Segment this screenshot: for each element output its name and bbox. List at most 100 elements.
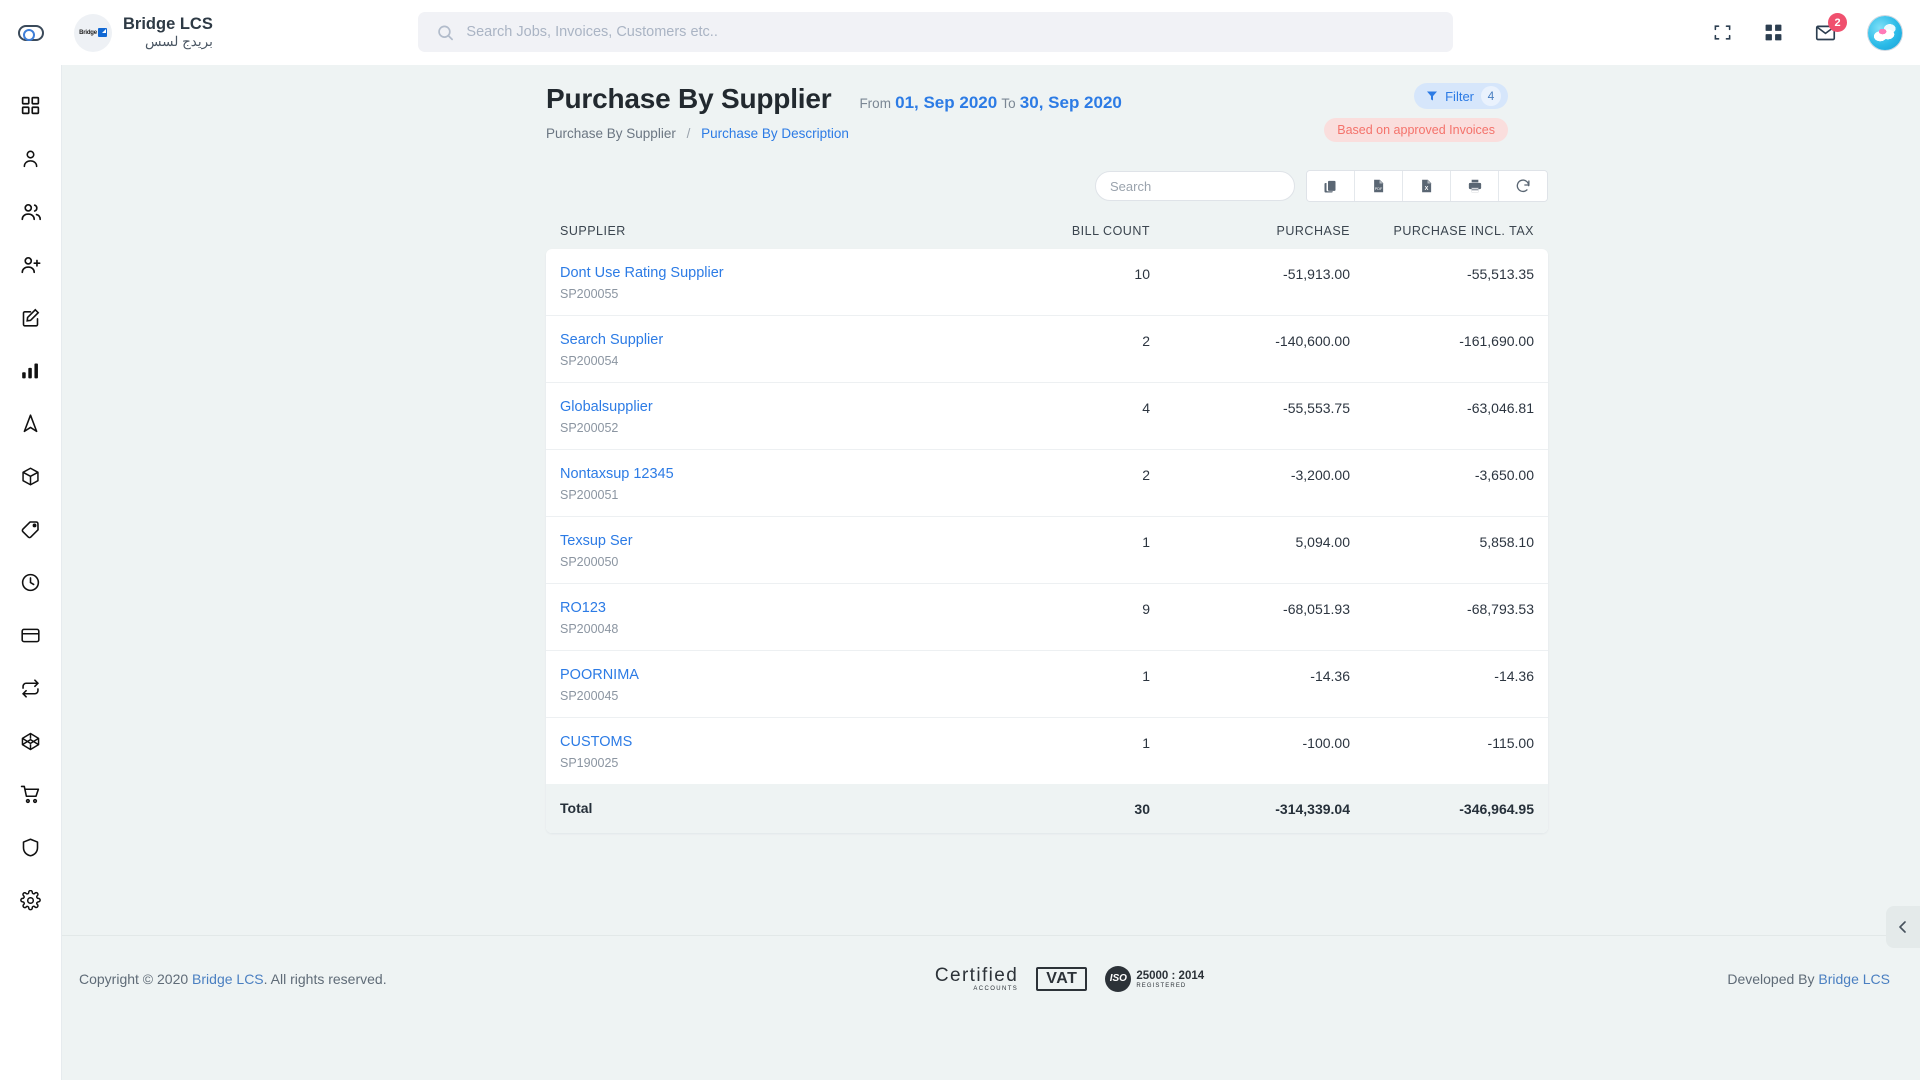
- user-icon: [23, 150, 38, 168]
- shopping-cart-icon: [20, 785, 40, 804]
- breadcrumb-link-purchase-by-description[interactable]: Purchase By Description: [701, 126, 849, 141]
- global-search[interactable]: [418, 12, 1453, 52]
- cell-purchase: -3,200.00: [1290, 467, 1350, 483]
- page-title: Purchase By Supplier: [546, 83, 832, 114]
- cell-purchase: -68,051.93: [1283, 601, 1350, 617]
- date-from-value: 01, Sep 2020: [895, 93, 998, 112]
- supplier-code: SP200048: [560, 622, 619, 636]
- panel-collapse-button[interactable]: [1886, 906, 1920, 948]
- report-table: Dont Use Rating Supplier SP200055 10 -51,91…: [546, 249, 1548, 833]
- table-total-row: Total 30 -314,339.04 -346,964.95: [546, 784, 1548, 833]
- supplier-name-link[interactable]: Nontaxsup 12345: [560, 466, 920, 482]
- approved-invoices-note: Based on approved Invoices: [1324, 118, 1508, 142]
- filter-icon: [1427, 91, 1438, 101]
- search-icon: [438, 25, 453, 40]
- footer-developed-by: Developed By Bridge LCS: [1500, 971, 1920, 987]
- supplier-code: SP190025: [560, 756, 619, 770]
- cell-purchase: -100.00: [1302, 735, 1350, 751]
- table-row: POORNIMA SP200045 1 -14.36 -14.36: [546, 651, 1548, 718]
- cell-purchase-incl-tax: -68,793.53: [1467, 601, 1534, 617]
- supplier-name-link[interactable]: Dont Use Rating Supplier: [560, 265, 920, 281]
- shield-icon: [22, 838, 39, 857]
- total-bill-count: 30: [1134, 801, 1150, 817]
- top-actions: 2: [1713, 0, 1902, 65]
- sidebar-toggle-icon: [18, 24, 44, 41]
- breadcrumb-current: Purchase By Supplier: [546, 126, 676, 141]
- supplier-code: SP200052: [560, 421, 619, 435]
- brand-logo-text: Bridge: [79, 29, 97, 36]
- column-header-bill-count: BILL COUNT: [1071, 224, 1150, 238]
- grid-icon: [21, 96, 40, 115]
- repeat-icon: [22, 679, 39, 698]
- brand[interactable]: Bridge Bridge LCS بريدج لسس: [74, 13, 213, 52]
- certified-accounts-logo: Certified ACCOUNTS: [935, 966, 1018, 992]
- sidebar-item-purchase[interactable]: [0, 768, 62, 821]
- brand-logo-icon: Bridge: [74, 13, 112, 52]
- filter-area: Filter 4 Based on approved Invoices: [1324, 83, 1508, 142]
- sidebar-item-settings[interactable]: [0, 874, 62, 927]
- supplier-name-link[interactable]: RO123: [560, 600, 920, 616]
- print-button[interactable]: [1451, 171, 1499, 201]
- supplier-name-link[interactable]: Globalsupplier: [560, 399, 920, 415]
- cell-purchase: 5,094.00: [1295, 534, 1351, 550]
- cell-purchase-incl-tax: -3,650.00: [1474, 467, 1534, 483]
- sidebar-item-reports[interactable]: [0, 344, 62, 397]
- sidebar-item-user[interactable]: [0, 132, 62, 185]
- table-row: Dont Use Rating Supplier SP200055 10 -51,91…: [546, 249, 1548, 316]
- cell-purchase: -51,913.00: [1283, 266, 1350, 282]
- table-row: RO123 SP200048 9 -68,051.93 -68,793.53: [546, 584, 1548, 651]
- fullscreen-button[interactable]: [1713, 23, 1732, 42]
- cell-purchase: -140,600.00: [1275, 333, 1350, 349]
- table-search-input[interactable]: [1095, 171, 1295, 201]
- pdf-file-icon: PDF: [1374, 179, 1384, 193]
- messages-button[interactable]: 2: [1815, 13, 1847, 43]
- refresh-button[interactable]: [1499, 171, 1547, 201]
- apps-button[interactable]: [1764, 23, 1783, 42]
- copyright-suffix: . All rights reserved.: [263, 970, 387, 987]
- copy-button[interactable]: [1307, 171, 1355, 201]
- cell-purchase-incl-tax: -161,690.00: [1459, 333, 1534, 349]
- pdf-export-button[interactable]: PDF: [1355, 171, 1403, 201]
- sidebar-item-packages[interactable]: [0, 450, 62, 503]
- sidebar-item-edit[interactable]: [0, 291, 62, 344]
- sidebar-toggle-button[interactable]: [0, 0, 62, 65]
- supplier-name-link[interactable]: POORNIMA: [560, 667, 920, 683]
- chevron-left-icon: [1899, 921, 1906, 933]
- copy-icon: [1324, 180, 1336, 192]
- sidebar-item-security[interactable]: [0, 821, 62, 874]
- supplier-name-link[interactable]: CUSTOMS: [560, 734, 920, 750]
- sidebar-item-payments[interactable]: [0, 609, 62, 662]
- excel-export-button[interactable]: X: [1403, 171, 1451, 201]
- copyright-link[interactable]: Bridge LCS: [192, 971, 264, 987]
- supplier-name-link[interactable]: Search Supplier: [560, 332, 920, 348]
- sidebar-item-add-user[interactable]: [0, 238, 62, 291]
- cell-purchase: -55,553.75: [1283, 400, 1350, 416]
- footer-copyright: Copyright © 2020 Bridge LCS. All rights …: [79, 971, 639, 987]
- sidebar-item-history[interactable]: [0, 556, 62, 609]
- certified-text: Certified: [934, 964, 1019, 986]
- iso-seal-icon: ISO: [1105, 965, 1132, 992]
- date-to-value: 30, Sep 2020: [1019, 93, 1122, 112]
- sidebar-item-customers[interactable]: [0, 185, 62, 238]
- column-header-purchase: PURCHASE: [1276, 224, 1350, 238]
- sidebar-item-assets[interactable]: [0, 715, 62, 768]
- sidebar-item-tags[interactable]: [0, 503, 62, 556]
- cell-bill-count: 2: [1142, 333, 1150, 349]
- filter-button[interactable]: Filter 4: [1414, 83, 1508, 109]
- user-avatar[interactable]: [1868, 15, 1902, 50]
- sidebar-item-navigation[interactable]: [0, 397, 62, 450]
- bar-chart-icon: [22, 363, 38, 379]
- global-search-input[interactable]: [466, 24, 1435, 40]
- sidebar-item-transfers[interactable]: [0, 662, 62, 715]
- column-header-purchase-incl-tax: PURCHASE INCL. TAX: [1393, 224, 1534, 238]
- table-row: Texsup Ser SP200050 1 5,094.00 5,858.10: [546, 517, 1548, 584]
- developed-by-prefix: Developed By: [1727, 970, 1819, 987]
- brand-logo-square-icon: [97, 28, 107, 37]
- iso-number: 25000 : 2014: [1136, 970, 1205, 983]
- developed-by-link[interactable]: Bridge LCS: [1818, 971, 1890, 987]
- sidebar-item-dashboard[interactable]: [0, 79, 62, 132]
- cell-purchase-incl-tax: -115.00: [1487, 735, 1534, 751]
- supplier-name-link[interactable]: Texsup Ser: [560, 533, 920, 549]
- filter-count-badge: 4: [1481, 86, 1501, 106]
- date-from-label: From: [859, 96, 891, 111]
